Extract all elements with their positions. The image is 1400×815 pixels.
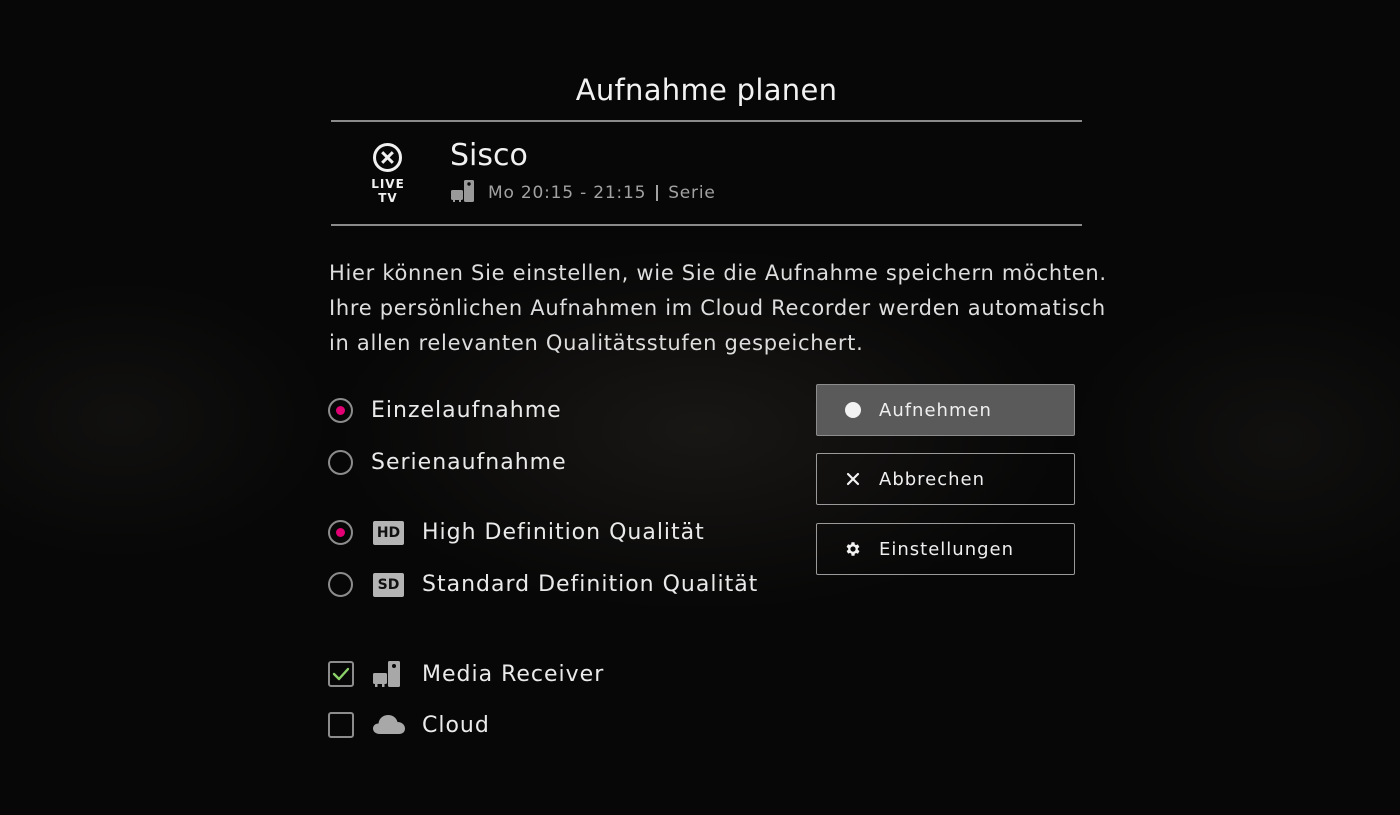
cancel-button[interactable]: Abbrechen [816,453,1075,505]
record-dot-icon [843,400,863,420]
option-label: Einzelaufnahme [371,398,562,423]
checkbox[interactable] [328,712,354,738]
option-media-receiver[interactable]: Media Receiver [328,660,604,688]
description: Hier können Sie einstellen, wie Sie die … [329,256,1149,361]
record-button[interactable]: Aufnehmen [816,384,1075,436]
option-sd-quality[interactable]: SD Standard Definition Qualität [328,572,758,597]
hd-badge-icon: HD [373,520,404,545]
close-icon [843,469,863,489]
radio-button[interactable] [328,450,353,475]
cancel-button-label: Abbrechen [879,468,986,490]
option-label: High Definition Qualität [422,520,705,545]
program-title: Sisco [450,138,528,173]
divider-top [331,120,1082,122]
media-receiver-icon [372,660,406,688]
check-icon [332,667,350,681]
settings-button[interactable]: Einstellungen [816,523,1075,575]
media-receiver-icon [450,179,480,208]
background [0,0,1400,815]
radio-selected-dot [336,406,345,415]
description-line: in allen relevanten Qualitätsstufen gesp… [329,331,864,355]
program-meta: Mo 20:15 - 21:15 Serie [450,179,716,208]
meta-separator [656,185,659,201]
divider-bottom [331,224,1082,226]
description-line: Hier können Sie einstellen, wie Sie die … [329,261,1107,285]
option-einzelaufnahme[interactable]: Einzelaufnahme [328,398,562,423]
program-genre: Serie [668,183,716,203]
option-hd-quality[interactable]: HD High Definition Qualität [328,520,705,545]
radio-button[interactable] [328,572,353,597]
program-time: Mo 20:15 - 21:15 [488,183,647,203]
checkbox[interactable] [328,661,354,687]
channel-logo-text: LIVE TV [371,177,405,205]
option-serienaufnahme[interactable]: Serienaufnahme [328,450,567,475]
channel-logo: LIVE TV [360,143,420,205]
option-label: Media Receiver [422,661,605,687]
cloud-icon [372,713,406,737]
settings-button-label: Einstellungen [879,538,1015,560]
radio-button[interactable] [328,398,353,423]
radio-selected-dot [336,528,345,537]
record-button-label: Aufnehmen [879,399,992,421]
dialog-title: Aufnahme planen [575,73,838,107]
option-label: Serienaufnahme [371,450,567,475]
gear-icon [843,539,863,559]
radio-button[interactable] [328,520,353,545]
option-cloud[interactable]: Cloud [328,712,490,738]
sd-badge-icon: SD [373,572,404,597]
channel-logo-x-icon [373,143,402,172]
option-label: Cloud [422,712,490,738]
option-label: Standard Definition Qualität [422,572,759,597]
description-line: Ihre persönlichen Aufnahmen im Cloud Rec… [329,296,1106,320]
